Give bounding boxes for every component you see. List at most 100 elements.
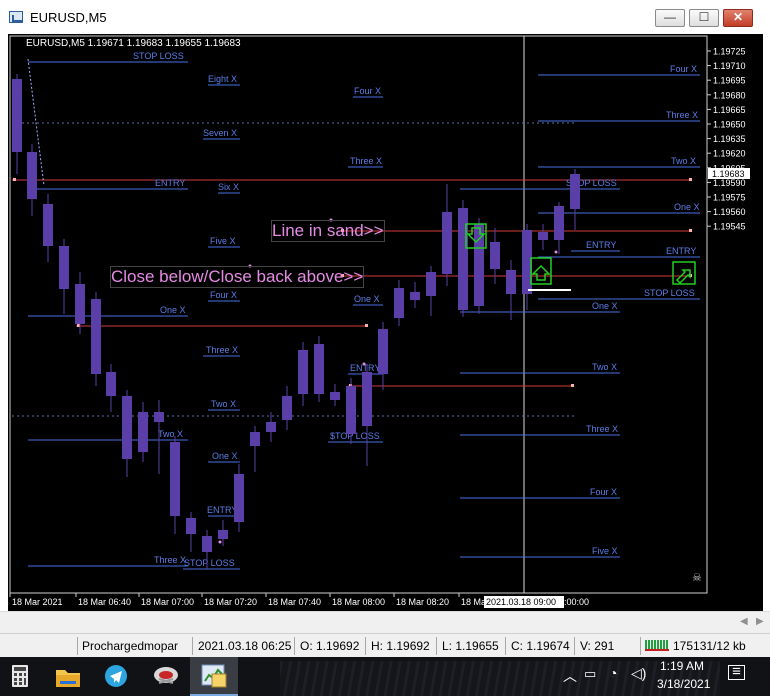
current-price-label: 1.19683 [712, 169, 745, 179]
candle-body [75, 284, 85, 324]
wifi-icon[interactable]: ◔ [609, 665, 617, 681]
red-level-marker [571, 384, 574, 387]
level-label-three_x: Three X [350, 156, 382, 166]
status-traffic: 175131/12 kb [673, 639, 746, 653]
price-label: 1.19650 [713, 120, 746, 130]
volume-icon[interactable]: ◁) [631, 665, 646, 682]
candle-body [12, 79, 22, 152]
candle-body [250, 432, 260, 446]
candle-body [154, 412, 164, 422]
level-label-two_x: Two X [158, 429, 183, 439]
time-label: 18 Mar 07:20 [204, 597, 257, 607]
candle-body [394, 288, 404, 318]
cursor-time-tail: :00:00 [564, 597, 589, 607]
time-label: 18 Mar 2021 [12, 597, 63, 607]
candle-body [91, 299, 101, 374]
level-label-five_x: Five X [592, 546, 618, 556]
candle-body [122, 396, 132, 459]
status-high: H: 1.19692 [371, 639, 430, 653]
minimize-button[interactable]: — [655, 9, 685, 27]
file-explorer-taskbar-button[interactable] [44, 657, 92, 696]
candle-body [170, 442, 180, 516]
window-title-bar[interactable]: EURUSD,M5 — ☐ ✕ [0, 0, 770, 34]
level-label-stop_loss: STOP LOSS [133, 51, 184, 61]
red-level-marker [365, 324, 368, 327]
taskbar-clock-time[interactable]: 1:19 AM [660, 659, 704, 673]
level-label-three_x: Three X [206, 345, 238, 355]
status-low: L: 1.19655 [442, 639, 499, 653]
level-label-entry: ENTRY [666, 246, 696, 256]
metatrader-taskbar-button[interactable] [190, 657, 238, 696]
level-label-stop_loss: STOP LOSS [644, 288, 695, 298]
horizontal-scrollbar[interactable]: ◀ ▶ [0, 611, 770, 633]
price-label: 1.19680 [713, 90, 746, 100]
window-title: EURUSD,M5 [30, 10, 107, 25]
candle-body [426, 272, 436, 296]
level-label-one_x: One X [354, 294, 380, 304]
candle-body [362, 372, 372, 426]
candle-body [59, 246, 69, 289]
candle-body [27, 152, 37, 199]
candle-body [506, 270, 516, 294]
level-label-entry: ENTRY [586, 240, 616, 250]
level-label-one_x: One X [212, 451, 238, 461]
time-label: 18 Mar 08:20 [396, 597, 449, 607]
close-button[interactable]: ✕ [723, 9, 753, 27]
snipping-tool-taskbar-button[interactable] [142, 657, 190, 696]
status-datetime: 2021.03.18 06:25 [198, 639, 292, 653]
time-label: 18 Mar 08:00 [332, 597, 385, 607]
level-label-six_x: Six X [218, 182, 239, 192]
chart-window-icon [9, 11, 23, 23]
candle-body [106, 372, 116, 396]
candle-body [218, 530, 228, 539]
taskbar-clock-date[interactable]: 3/18/2021 [657, 677, 710, 691]
level-label-four_x: Four X [590, 487, 617, 497]
candle-body [186, 518, 196, 534]
show-hidden-icons[interactable]: ︿ [563, 666, 577, 686]
candle-body [570, 174, 580, 209]
price-label: 1.19560 [713, 207, 746, 217]
price-label: 1.19695 [713, 76, 746, 86]
calculator-taskbar-button[interactable] [0, 657, 48, 696]
cursor-time-label: 2021.03.18 09:00 [486, 597, 556, 607]
level-label-two_x: Two X [671, 156, 696, 166]
line-in-sand-annotation[interactable]: Line in sand>> [271, 220, 385, 242]
status-open: O: 1.19692 [300, 639, 360, 653]
red-level-marker [689, 229, 692, 232]
time-label: 18 Mar 07:00 [141, 597, 194, 607]
chart-frame [9, 35, 708, 594]
price-label: 1.19575 [713, 193, 746, 203]
scroll-right-icon[interactable]: ▶ [756, 616, 764, 627]
candle-body [538, 232, 548, 240]
candlestick-chart[interactable]: 1.19725 1.19710 1.19695 1.19680 1.19665 1.196… [8, 34, 763, 611]
level-label-three_x: Three X [586, 424, 618, 434]
status-profile: Prochargedmopar [82, 639, 179, 653]
candle-body [490, 242, 500, 269]
connection-status-icon[interactable] [645, 640, 669, 651]
candle-body [202, 536, 212, 552]
red-level-marker [689, 178, 692, 181]
symbol-info: EURUSD,M5 1.19671 1.19683 1.19655 1.1968… [26, 38, 241, 49]
battery-icon[interactable]: ▭ [584, 666, 596, 682]
price-label: 1.19590 [713, 178, 746, 188]
scroll-left-icon[interactable]: ◀ [740, 616, 748, 627]
level-label-stop_loss: STOP LOSS [184, 558, 235, 568]
maximize-button[interactable]: ☐ [689, 9, 719, 27]
close-below-annotation[interactable]: Close below/Close back above>> [110, 266, 365, 288]
candle-body [314, 344, 324, 394]
windows-taskbar: ︿ ▭ ◔ ◁) 1:19 AM 3/18/2021 ≡ [0, 657, 770, 696]
telegram-icon [105, 665, 127, 687]
red-level-marker [13, 178, 16, 181]
level-label-four_x: Four X [670, 64, 697, 74]
level-label-three_x: Three X [154, 555, 186, 565]
telegram-taskbar-button[interactable] [92, 657, 140, 696]
signal-dot [362, 362, 366, 366]
level-label-seven_x: Seven X [203, 128, 237, 138]
level-label-entry: ENTRY [207, 505, 237, 515]
snipping-tool-icon [154, 667, 178, 684]
notification-icon[interactable]: ≡ [728, 664, 745, 680]
signal-dot [554, 250, 558, 254]
price-chart[interactable]: 1.19725 1.19710 1.19695 1.19680 1.19665 1.196… [8, 34, 763, 611]
candle-body [442, 212, 452, 274]
candle-body [138, 412, 148, 452]
